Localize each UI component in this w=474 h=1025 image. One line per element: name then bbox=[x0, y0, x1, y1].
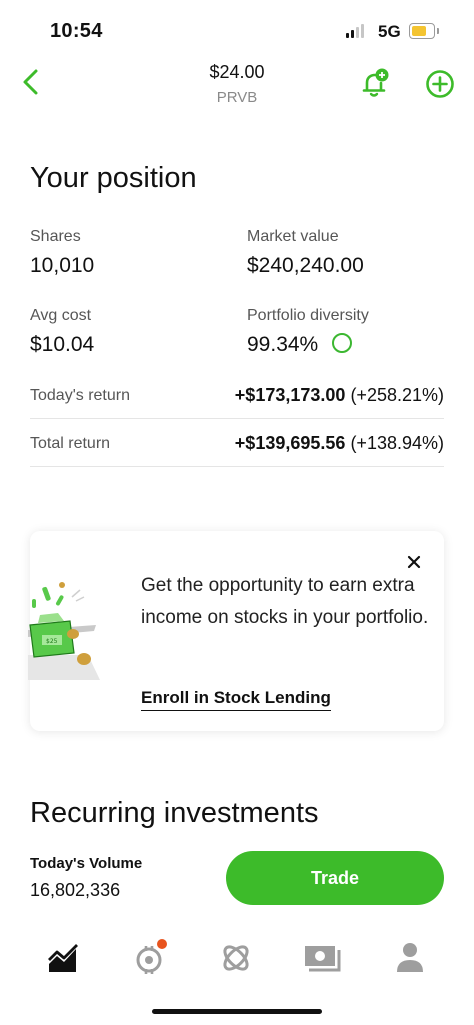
bitcoin-icon bbox=[136, 939, 167, 974]
bell-add-icon bbox=[362, 68, 389, 97]
home-indicator bbox=[152, 1009, 322, 1014]
total-return-value: +$139,695.56 (+138.94%) bbox=[235, 433, 444, 454]
todays-return-pct: (+258.21%) bbox=[350, 385, 444, 405]
tab-cash[interactable] bbox=[303, 938, 343, 978]
promo-text: Get the opportunity to earn extra income… bbox=[141, 575, 429, 628]
tab-bitcoin[interactable] bbox=[130, 938, 170, 978]
discover-icon bbox=[223, 945, 249, 971]
trade-button[interactable]: Trade bbox=[226, 851, 444, 905]
total-return-amount: +$139,695.56 bbox=[234, 433, 346, 453]
tab-discover[interactable] bbox=[216, 938, 256, 978]
plus-circle-icon bbox=[426, 70, 454, 98]
shares-label: Shares bbox=[30, 228, 81, 245]
divider bbox=[30, 418, 444, 419]
total-return-label: Total return bbox=[30, 435, 111, 452]
back-button[interactable] bbox=[18, 66, 46, 98]
profile-icon bbox=[397, 943, 423, 972]
market-value: $240,240.00 bbox=[247, 254, 364, 277]
status-time: 10:54 bbox=[50, 20, 103, 42]
diversity-value: 99.34% bbox=[247, 333, 319, 356]
signal-icon bbox=[346, 24, 364, 38]
header-ticker: PRVB bbox=[216, 89, 258, 106]
close-card-button[interactable] bbox=[404, 552, 424, 572]
divider bbox=[30, 466, 444, 467]
svg-text:$25: $25 bbox=[46, 638, 58, 645]
avg-cost-value: $10.04 bbox=[30, 333, 95, 356]
shares-value: 10,010 bbox=[30, 254, 95, 277]
diversity-label: Portfolio diversity bbox=[247, 307, 369, 324]
todays-return-amount: +$173,173.00 bbox=[234, 385, 346, 405]
avg-cost-label: Avg cost bbox=[30, 307, 92, 324]
volume-label: Today's Volume bbox=[30, 855, 143, 872]
enroll-stock-lending-link[interactable]: Enroll in Stock Lending bbox=[141, 688, 331, 711]
network-label: 5G bbox=[378, 22, 401, 41]
tab-investing[interactable] bbox=[43, 938, 83, 978]
volume-value: 16,802,336 bbox=[30, 880, 121, 900]
todays-return-value: +$173,173.00 (+258.21%) bbox=[235, 385, 444, 406]
battery-icon bbox=[409, 23, 439, 39]
market-value-label: Market value bbox=[247, 228, 339, 245]
tab-profile[interactable] bbox=[390, 938, 430, 978]
chevron-left-icon bbox=[23, 69, 38, 95]
money-illustration-icon: $25 bbox=[28, 575, 104, 685]
header-price: $24.00 bbox=[209, 62, 265, 82]
add-to-list-button[interactable] bbox=[424, 68, 456, 100]
total-return-pct: (+138.94%) bbox=[350, 433, 444, 453]
close-icon bbox=[407, 555, 421, 569]
diversity-ring-icon[interactable] bbox=[332, 333, 352, 353]
price-alert-button[interactable] bbox=[358, 66, 392, 100]
money-icon bbox=[305, 946, 341, 972]
position-title: Your position bbox=[30, 162, 197, 194]
recurring-title: Recurring investments bbox=[30, 797, 319, 829]
chart-icon bbox=[48, 944, 78, 972]
todays-return-label: Today's return bbox=[30, 387, 130, 404]
